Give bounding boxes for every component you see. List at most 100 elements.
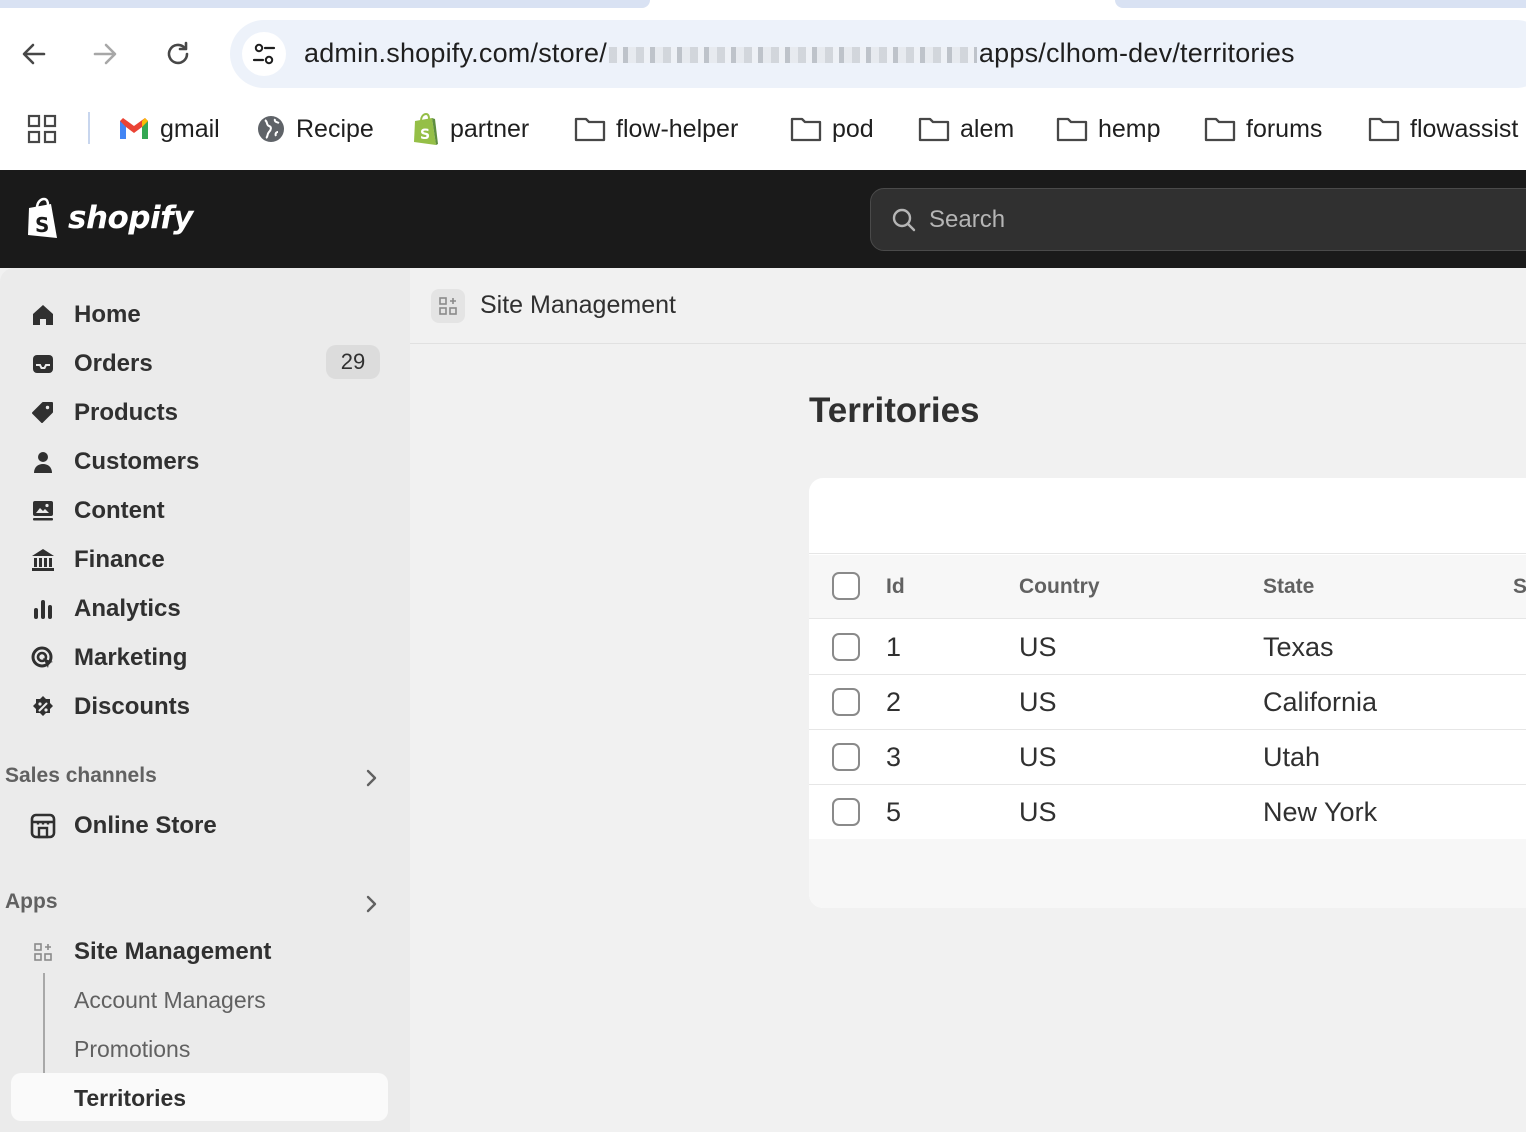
gmail-icon [120, 118, 148, 139]
app-grid-icon [431, 289, 465, 323]
forward-button[interactable] [85, 34, 125, 74]
cell-id: 1 [886, 632, 902, 662]
column-header-country[interactable]: Country [1019, 575, 1100, 599]
table-row[interactable]: 3 US Utah [809, 730, 1526, 785]
svg-text:S: S [420, 127, 430, 143]
sales-channels-heading[interactable]: Sales channels [5, 764, 157, 788]
folder-icon [790, 117, 822, 142]
inbox-icon [30, 351, 56, 377]
apps-grid-icon [27, 114, 57, 144]
sidebar-item-customers[interactable]: Customers [0, 439, 410, 483]
column-header-state[interactable]: State [1263, 575, 1314, 599]
site-info-button[interactable] [242, 32, 286, 76]
store-icon [30, 813, 56, 839]
cell-country: US [1019, 797, 1057, 827]
select-all-checkbox[interactable] [832, 572, 860, 600]
row-checkbox[interactable] [832, 798, 860, 826]
redacted-text [608, 46, 977, 63]
folder-icon [1204, 117, 1236, 142]
cell-state: New York [1263, 797, 1378, 827]
sidebar-item-analytics[interactable]: Analytics [0, 586, 410, 630]
browser-tab[interactable] [0, 0, 650, 8]
back-button[interactable] [14, 34, 54, 74]
sidebar-item-content[interactable]: Content [0, 488, 410, 532]
content-icon [30, 498, 56, 524]
shopify-topbar: S shopify [0, 170, 1526, 268]
sidebar-item-online-store[interactable]: Online Store [0, 803, 410, 847]
cell-country: US [1019, 742, 1057, 772]
browser-tab-strip [0, 0, 1526, 8]
orders-count-badge: 29 [326, 345, 380, 379]
sidebar: Home Orders 29 Products Customers Conten… [0, 268, 410, 1132]
url-text[interactable]: admin.shopify.com/store/apps/clhom-dev/t… [304, 38, 1295, 69]
row-checkbox[interactable] [832, 633, 860, 661]
cell-state: Texas [1263, 632, 1334, 662]
browser-toolbar: admin.shopify.com/store/apps/clhom-dev/t… [0, 8, 1526, 100]
row-checkbox[interactable] [832, 688, 860, 716]
bookmark-gmail[interactable]: gmail [118, 112, 220, 146]
app-title-bar: Site Management [410, 268, 1526, 344]
sidebar-subitem-account-managers[interactable]: Account Managers [74, 987, 266, 1014]
column-header-id[interactable]: Id [886, 575, 905, 599]
folder-icon [1056, 117, 1088, 142]
table-header: Id Country State S [809, 555, 1526, 619]
sidebar-active-highlight [11, 1073, 388, 1121]
sidebar-item-site-management[interactable]: Site Management [0, 929, 410, 973]
search-icon [892, 208, 916, 232]
sidebar-item-finance[interactable]: Finance [0, 537, 410, 581]
bookmark-partner[interactable]: S partner [410, 112, 529, 146]
cell-country: US [1019, 632, 1057, 662]
svg-text:S: S [35, 213, 49, 237]
sidebar-item-discounts[interactable]: Discounts [0, 684, 410, 728]
cell-id: 2 [886, 687, 902, 717]
sidebar-subitem-promotions[interactable]: Promotions [74, 1036, 190, 1063]
app-grid-icon [30, 939, 56, 965]
table-footer [809, 839, 1526, 908]
cell-state: California [1263, 687, 1378, 717]
bookmark-alem[interactable]: alem [918, 112, 1014, 146]
bookmark-flowassist[interactable]: flowassist [1368, 112, 1518, 146]
cell-state: Utah [1263, 742, 1321, 772]
table-row[interactable]: 2 US California [809, 675, 1526, 730]
table-row[interactable]: 5 US New York [809, 785, 1526, 840]
bookmark-flow-helper[interactable]: flow-helper [574, 112, 738, 146]
arrow-left-icon [22, 43, 46, 65]
chevron-right-icon[interactable] [360, 893, 382, 915]
page-title: Territories [809, 391, 980, 430]
bookmark-pod[interactable]: pod [790, 112, 874, 146]
folder-icon [918, 117, 950, 142]
target-icon [30, 645, 56, 671]
chevron-right-icon[interactable] [360, 767, 382, 789]
sidebar-item-orders[interactable]: Orders 29 [0, 341, 410, 385]
column-header-next[interactable]: S [1513, 575, 1526, 599]
shopify-logo[interactable]: S shopify [24, 196, 193, 240]
person-icon [30, 449, 56, 475]
bookmark-hemp[interactable]: hemp [1056, 112, 1161, 146]
cell-id: 3 [886, 742, 902, 772]
search-bar[interactable] [870, 188, 1526, 251]
table-toolbar [809, 478, 1526, 554]
browser-tab[interactable] [1115, 0, 1526, 8]
sidebar-item-home[interactable]: Home [0, 292, 410, 336]
bookmarks-bar: gmail Recipe S partner flow-helper pod a… [0, 100, 1526, 170]
app-title: Site Management [480, 291, 676, 319]
apps-heading[interactable]: Apps [5, 890, 58, 914]
table-row[interactable]: 1 US Texas [809, 620, 1526, 675]
tag-icon [30, 400, 56, 426]
apps-grid-button[interactable] [26, 112, 58, 146]
search-input[interactable] [927, 201, 1427, 239]
sidebar-item-marketing[interactable]: Marketing [0, 635, 410, 679]
bank-icon [30, 547, 56, 573]
home-icon [30, 302, 56, 328]
arrow-right-icon [93, 43, 117, 65]
row-checkbox[interactable] [832, 743, 860, 771]
bar-chart-icon [30, 596, 56, 622]
sidebar-subitem-territories[interactable]: Territories [74, 1085, 186, 1112]
discount-icon [30, 694, 56, 720]
address-bar[interactable]: admin.shopify.com/store/apps/clhom-dev/t… [230, 20, 1526, 88]
bookmark-forums[interactable]: forums [1204, 112, 1322, 146]
sidebar-item-products[interactable]: Products [0, 390, 410, 434]
bookmark-separator [88, 112, 90, 144]
reload-button[interactable] [158, 34, 198, 74]
bookmark-recipe[interactable]: Recipe [256, 112, 374, 146]
